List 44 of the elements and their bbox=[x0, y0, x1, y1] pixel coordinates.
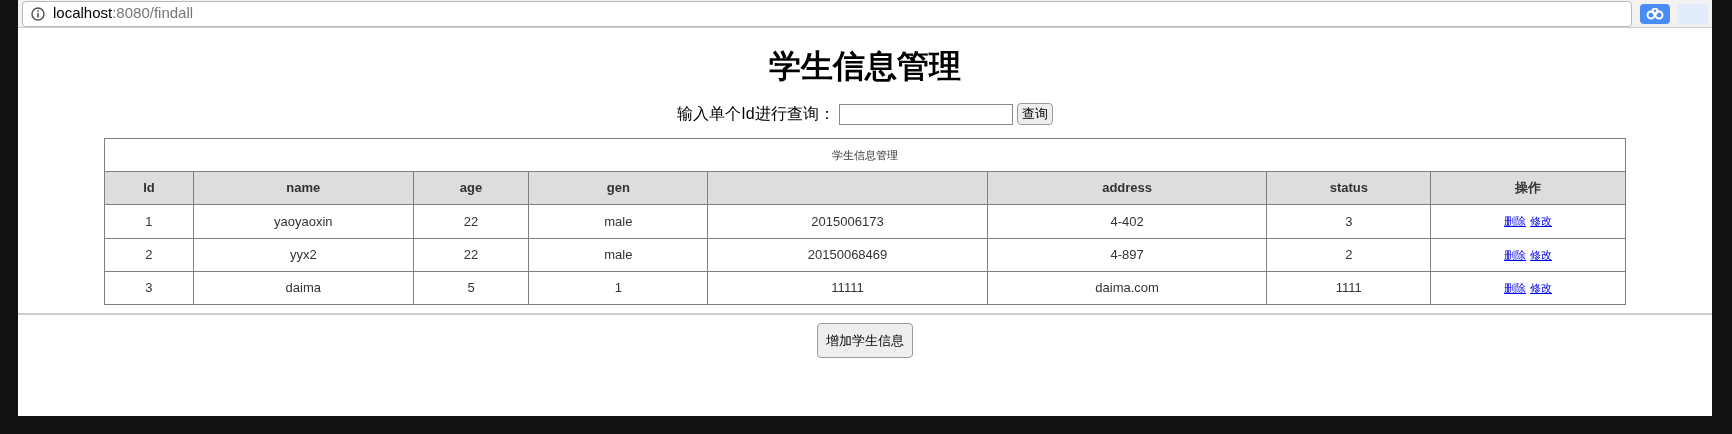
search-label: 输入单个Id进行查询： bbox=[677, 104, 835, 124]
table-cell-text: male bbox=[604, 212, 633, 231]
table-cell-text: 11111 bbox=[831, 279, 864, 298]
table-cell-text: male bbox=[604, 246, 633, 265]
page-title: 学生信息管理 bbox=[769, 47, 961, 86]
table-cell-text: 2 bbox=[145, 246, 153, 265]
column-header: name bbox=[286, 179, 321, 198]
query-button[interactable]: 查询 bbox=[1016, 103, 1053, 125]
table-cell-text: daima.com bbox=[1095, 279, 1159, 298]
id-input-field[interactable] bbox=[838, 103, 1013, 125]
table-caption: 学生信息管理 bbox=[832, 147, 898, 163]
column-header: gen bbox=[606, 179, 630, 198]
table-cell-text: 22 bbox=[463, 212, 479, 231]
table-cell-text: 2 bbox=[1345, 246, 1353, 265]
delete-link[interactable]: 删除 bbox=[1504, 279, 1527, 297]
column-header: 操作 bbox=[1515, 179, 1542, 198]
table-cell-text: 2015006173 bbox=[811, 212, 884, 231]
table-cell-text: 4-897 bbox=[1110, 246, 1144, 265]
table-cell-text: 3 bbox=[145, 279, 153, 298]
add-student-button[interactable]: 增加学生信息 bbox=[817, 323, 913, 358]
table-cell-text: 1 bbox=[145, 212, 153, 231]
table-cell-text: yaoyaoxin bbox=[273, 212, 333, 231]
table-cell-text: yyx2 bbox=[289, 246, 317, 265]
edit-link[interactable]: 修改 bbox=[1530, 246, 1553, 264]
info-icon bbox=[31, 6, 45, 21]
table-cell-text: 20150068469 bbox=[807, 246, 888, 265]
extension-icon[interactable] bbox=[1640, 3, 1670, 24]
column-header: Id bbox=[143, 179, 155, 198]
table-cell-text: 22 bbox=[463, 246, 479, 265]
table-cell-text: daima bbox=[285, 279, 321, 298]
table-cell-text: 1 bbox=[614, 279, 622, 298]
table-cell-text: 3 bbox=[1345, 212, 1353, 231]
column-header: status bbox=[1329, 179, 1368, 198]
table-cell-text: 1111 bbox=[1335, 279, 1362, 298]
address-field[interactable]: localhost:8080/findall bbox=[22, 0, 1632, 27]
column-header: address bbox=[1102, 179, 1153, 198]
column-header: age bbox=[459, 179, 483, 198]
delete-link[interactable]: 删除 bbox=[1504, 213, 1527, 230]
edit-link[interactable]: 修改 bbox=[1530, 213, 1553, 230]
edit-link[interactable]: 修改 bbox=[1530, 279, 1553, 297]
url-text: localhost:8080/findall bbox=[53, 3, 194, 24]
table-cell-text: 5 bbox=[467, 279, 475, 298]
table-cell-text: 4-402 bbox=[1110, 212, 1144, 231]
delete-link[interactable]: 删除 bbox=[1504, 246, 1527, 264]
